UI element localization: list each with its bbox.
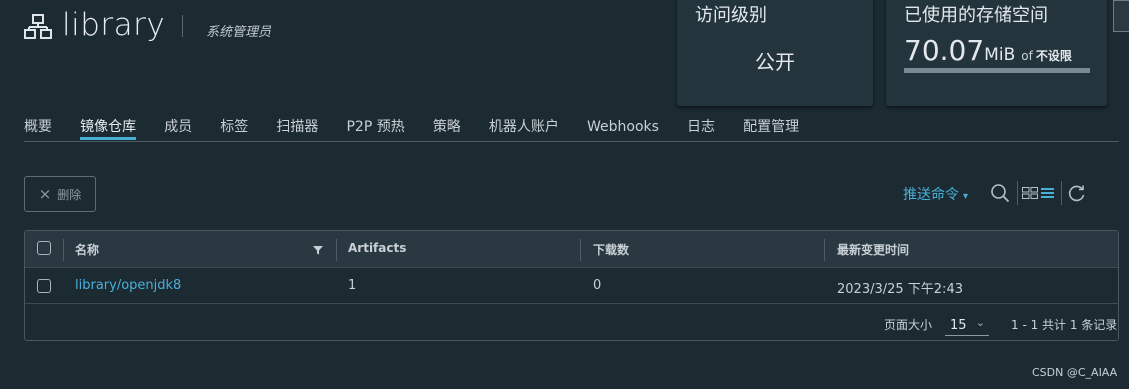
storage-used-value: 70.07 [904,34,985,67]
storage-progress-bar [904,68,1090,73]
tab-configuration[interactable]: 配置管理 [743,116,799,140]
storage-of-label: of [1021,49,1033,63]
filter-icon[interactable] [313,245,323,255]
project-tabs: 概要 镜像仓库 成员 标签 扫描器 P2P 预热 策略 机器人账户 Webhoo… [24,116,822,142]
user-role: 系统管理员 [206,25,272,40]
column-header-updated[interactable]: 最新变更时间 [837,241,909,258]
chevron-down-icon: ⌄ [975,316,985,329]
column-header-downloads[interactable]: 下载数 [593,241,629,258]
card-view-icon[interactable] [1022,187,1038,199]
project-icon [24,14,52,39]
page-size-label: 页面大小 [884,318,933,332]
tab-labels[interactable]: 标签 [220,116,248,140]
page-size-value: 15 [950,318,967,333]
tab-p2p-preheat[interactable]: P2P 预热 [346,116,404,140]
push-command-dropdown[interactable]: 推送命令 ▾ [903,184,968,204]
search-icon[interactable] [990,182,1010,204]
tab-policy[interactable]: 策略 [433,116,461,140]
repositories-table: 名称 Artifacts 下载数 最新变更时间 library/openjdk8… [24,230,1119,341]
delete-button[interactable]: × 删除 [24,176,96,212]
column-header-name[interactable]: 名称 [75,241,99,258]
toolbar-divider-2 [1061,181,1062,205]
repository-name-link[interactable]: library/openjdk8 [75,278,181,293]
tabs-divider [24,141,1119,142]
select-all-checkbox[interactable] [37,241,51,255]
toolbar-divider [1017,181,1018,205]
column-header-artifacts[interactable]: Artifacts [348,241,406,255]
push-command-label: 推送命令 [903,187,959,203]
chevron-down-icon: ▾ [963,191,969,202]
page-size-select[interactable]: 15 ⌄ [945,313,989,336]
table-row: library/openjdk8 1 0 2023/3/25 下午2:43 [25,268,1118,304]
refresh-icon[interactable] [1067,183,1087,203]
storage-progress-fill [904,68,1090,73]
delete-button-label: 删除 [57,187,82,202]
column-separator [824,239,825,261]
storage-limit: 不设限 [1035,49,1072,63]
close-icon: × [38,185,52,203]
table-footer: 页面大小 15 ⌄ 1 - 1 共计 1 条记录 [25,304,1118,340]
tab-webhooks[interactable]: Webhooks [587,119,659,143]
tab-logs[interactable]: 日志 [687,116,715,140]
tab-members[interactable]: 成员 [164,116,192,140]
column-separator [336,239,337,261]
watermark: CSDN @C_AIAA [1032,366,1118,379]
column-separator [63,239,64,261]
table-header: 名称 Artifacts 下载数 最新变更时间 [25,231,1118,268]
artifacts-count: 1 [348,278,357,293]
tab-repositories[interactable]: 镜像仓库 [80,116,137,140]
storage-card: 已使用的存储空间 70.07MiB of 不设限 [886,0,1107,106]
access-level-value: 公开 [755,50,795,74]
download-count: 0 [593,278,602,293]
row-checkbox[interactable] [37,279,51,293]
tab-scanner[interactable]: 扫描器 [276,116,318,140]
side-panel-handle[interactable] [1113,0,1129,32]
storage-used-unit: MiB [984,45,1016,65]
header-divider [182,15,183,37]
column-separator [580,239,581,261]
tab-summary[interactable]: 概要 [24,116,52,140]
storage-usage: 70.07MiB of 不设限 [904,34,1072,67]
access-level-card: 访问级别 公开 [677,0,873,106]
tab-robot-accounts[interactable]: 机器人账户 [489,116,559,140]
last-modified-time: 2023/3/25 下午2:43 [837,282,963,297]
list-view-icon[interactable] [1041,187,1054,199]
pagination-info: 1 - 1 共计 1 条记录 [1011,318,1118,332]
project-title: library [62,7,166,43]
access-level-title: 访问级别 [695,5,767,26]
storage-title: 已使用的存储空间 [904,5,1048,26]
